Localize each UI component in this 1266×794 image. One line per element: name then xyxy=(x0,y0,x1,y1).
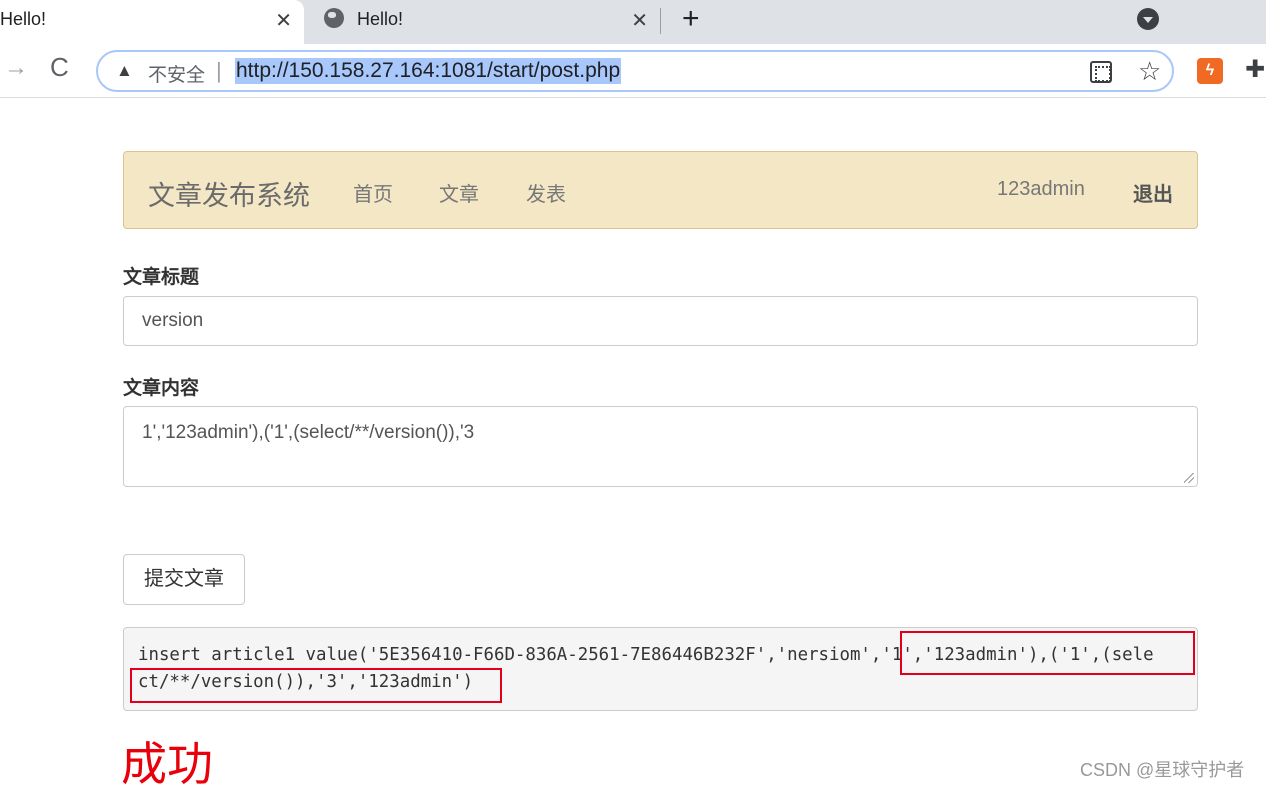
divider: | xyxy=(216,58,222,83)
content-textarea[interactable]: 1','123admin'),('1',(select/**/version()… xyxy=(123,406,1198,487)
nav-link-post[interactable]: 发表 xyxy=(526,178,566,207)
reload-icon[interactable]: C xyxy=(50,52,69,83)
tab-separator xyxy=(660,8,661,34)
nav-username[interactable]: 123admin xyxy=(997,178,1085,201)
highlight-box xyxy=(900,631,1195,675)
site-navbar: 文章发布系统 首页 文章 发表 123admin 退出 xyxy=(123,151,1198,229)
content-text: 1','123admin'),('1',(select/**/version()… xyxy=(142,422,475,443)
security-label[interactable]: 不安全 xyxy=(148,60,205,87)
tab-title: Hello! xyxy=(0,9,47,29)
extension-badge-icon[interactable]: ϟ xyxy=(1197,58,1223,84)
tab-hello-active[interactable]: Hello! ✕ xyxy=(0,0,304,44)
close-icon[interactable]: ✕ xyxy=(631,8,648,33)
star-icon[interactable]: ☆ xyxy=(1138,56,1161,87)
title-label: 文章标题 xyxy=(123,267,200,288)
content-label: 文章内容 xyxy=(123,378,200,399)
url-text[interactable]: http://150.158.27.164:1081/start/post.ph… xyxy=(235,58,622,84)
profile-icon[interactable] xyxy=(1137,8,1159,30)
globe-icon xyxy=(324,8,344,28)
highlight-box xyxy=(130,668,502,703)
puzzle-icon[interactable]: ✚ xyxy=(1245,55,1265,84)
resize-handle-icon[interactable] xyxy=(1184,473,1194,483)
sql-output: insert article1 value('5E356410-F66D-836… xyxy=(123,627,1198,711)
warning-icon[interactable]: ▲ xyxy=(116,61,133,81)
address-bar[interactable]: ▲ 不安全 | http://150.158.27.164:1081/start… xyxy=(96,50,1174,92)
close-icon[interactable]: ✕ xyxy=(275,8,292,33)
nav-link-home[interactable]: 首页 xyxy=(353,178,393,207)
forward-icon[interactable]: → xyxy=(4,54,28,82)
logout-link[interactable]: 退出 xyxy=(1133,178,1173,207)
new-tab-button[interactable]: + xyxy=(682,2,700,36)
browser-toolbar: → C ▲ 不安全 | http://150.158.27.164:1081/s… xyxy=(0,44,1266,98)
submit-article-button[interactable]: 提交文章 xyxy=(123,554,245,605)
success-message: 成功 xyxy=(121,738,213,790)
qr-icon[interactable] xyxy=(1090,61,1112,83)
tab-hello-inactive[interactable]: Hello! ✕ xyxy=(312,0,660,44)
watermark: CSDN @星球守护者 xyxy=(1080,760,1245,780)
tab-strip: Hello! ✕ Hello! ✕ + xyxy=(0,0,1266,44)
tab-title: Hello! xyxy=(357,9,404,29)
title-input[interactable]: version xyxy=(123,296,1198,346)
nav-link-articles[interactable]: 文章 xyxy=(439,178,479,207)
site-brand[interactable]: 文章发布系统 xyxy=(148,174,310,213)
